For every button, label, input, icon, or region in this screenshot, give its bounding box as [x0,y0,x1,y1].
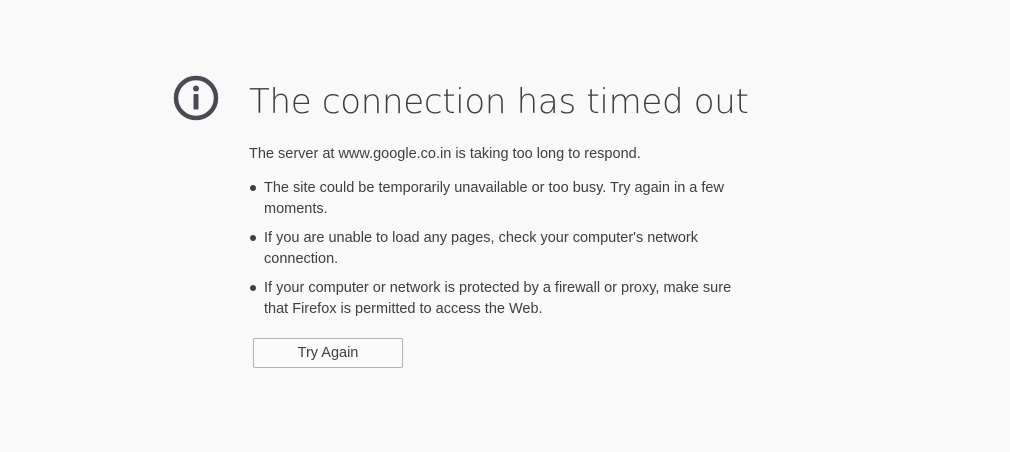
suggestion-text: If you are unable to load any pages, che… [264,230,698,267]
error-short-description: The server at www.google.co.in is taking… [249,146,641,162]
try-again-button[interactable]: Try Again [253,338,403,368]
page-title: The connection has timed out [249,82,749,122]
suggestion-item: The site could be temporarily unavailabl… [249,178,754,220]
bullet-icon [250,185,256,191]
suggestion-list: The site could be temporarily unavailabl… [249,178,769,320]
suggestion-item: If you are unable to load any pages, che… [249,228,754,270]
suggestion-item: If your computer or network is protected… [249,278,754,320]
suggestion-text: If your computer or network is protected… [264,280,732,317]
suggestion-text: The site could be temporarily unavailabl… [264,180,724,217]
bullet-icon [250,235,256,241]
error-content: The connection has timed out The server … [249,74,769,368]
bullet-icon [250,285,256,291]
info-icon [173,75,219,121]
